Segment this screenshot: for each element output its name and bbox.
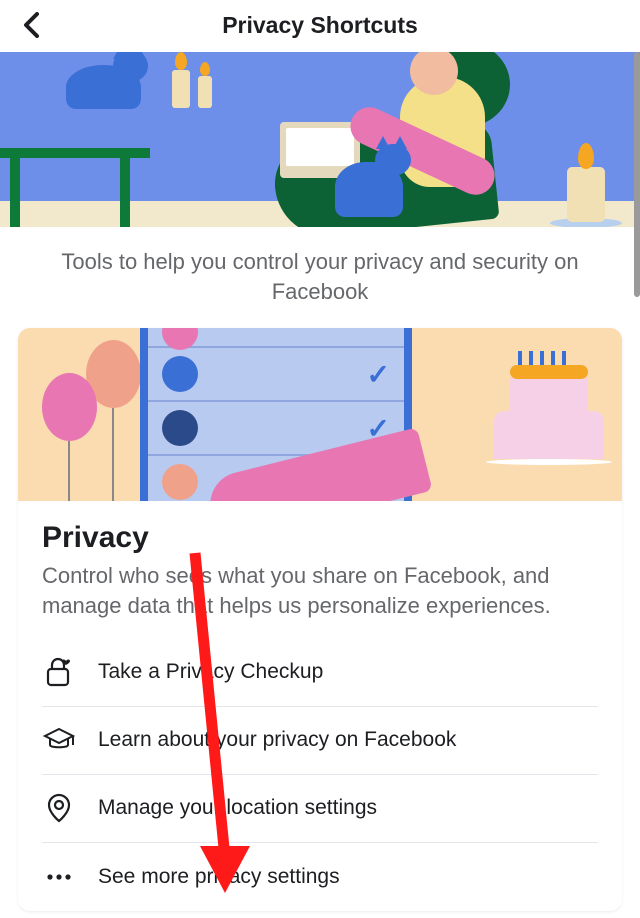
card-illustration: ✓ ✓ [18,328,622,501]
item-learn-privacy[interactable]: Learn about your privacy on Facebook [42,707,598,775]
page-title: Privacy Shortcuts [0,12,640,39]
page-subtitle: Tools to help you control your privacy a… [0,227,640,328]
scrollbar[interactable] [634,52,640,297]
item-location-settings[interactable]: Manage your location settings [42,775,598,843]
item-label: Manage your location settings [98,796,377,820]
item-see-more[interactable]: See more privacy settings [42,843,598,911]
back-button[interactable] [12,5,52,45]
item-label: Take a Privacy Checkup [98,660,323,684]
dots-icon [42,860,98,894]
item-label: Learn about your privacy on Facebook [98,728,456,752]
chevron-left-icon [22,12,42,38]
card-description: Control who sees what you share on Faceb… [42,561,598,620]
item-label: See more privacy settings [98,865,340,889]
item-privacy-checkup[interactable]: Take a Privacy Checkup [42,639,598,707]
lock-heart-icon [42,655,98,689]
privacy-card: ✓ ✓ Privacy Control who sees what you sh… [18,328,622,910]
card-title: Privacy [42,521,598,555]
hero-illustration [0,52,640,227]
grad-cap-icon [42,723,98,757]
location-pin-icon [42,791,98,825]
